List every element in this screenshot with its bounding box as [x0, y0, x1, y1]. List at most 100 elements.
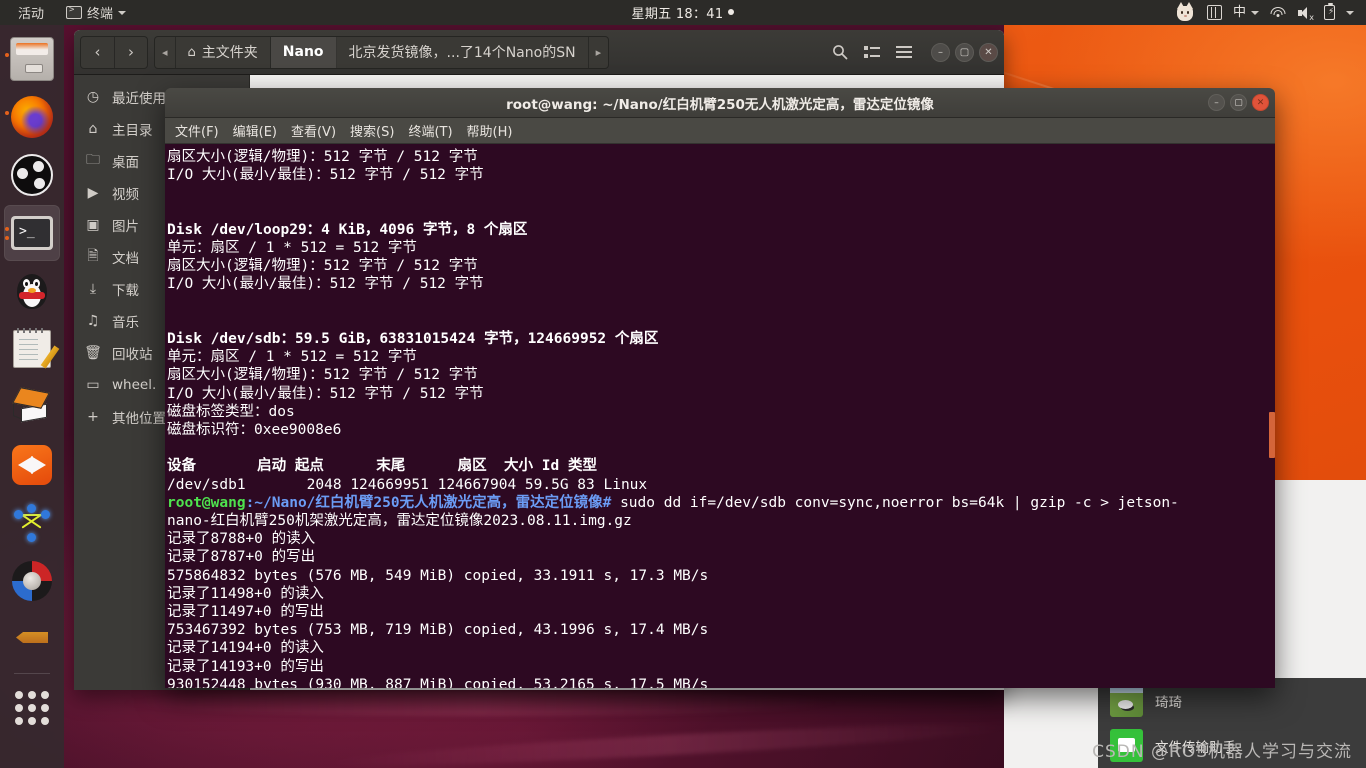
dock-item-media-player[interactable]	[4, 437, 60, 493]
terminal-line: 753467392 bytes (753 MB, 719 MiB) copied…	[167, 622, 709, 639]
cat-tray-icon[interactable]	[1174, 1, 1196, 23]
app-grid-icon	[15, 691, 49, 725]
terminal-window-controls[interactable]: – ▢ ✕	[1208, 94, 1269, 111]
breadcrumb-item-home[interactable]: ⌂ 主文件夹	[176, 36, 271, 68]
sidebar-item-label: 回收站	[112, 347, 153, 363]
navigation-buttons[interactable]: ‹ ›	[80, 35, 148, 69]
breadcrumb-item-nano[interactable]: Nano	[270, 36, 337, 68]
terminal-line: I/O 大小(最小/最佳)：512 字节 / 512 字节	[167, 167, 484, 184]
sidebar-item-label: 主目录	[112, 123, 153, 139]
sidebar-item-label: 桌面	[112, 155, 139, 171]
terminal-output-area[interactable]: 扇区大小(逻辑/物理)：512 字节 / 512 字节 I/O 大小(最小/最佳)…	[165, 144, 1275, 688]
firefox-icon	[11, 96, 53, 138]
terminal-window[interactable]: root@wang: ~/Nano/红白机臂250无人机激光定高，雷达定位镜像 …	[165, 88, 1275, 688]
breadcrumb-item-current[interactable]: 北京发货镜像，...了14个Nano的SN	[337, 36, 589, 68]
hamburger-menu-icon[interactable]	[889, 37, 919, 68]
music-icon: ♫	[86, 313, 100, 329]
terminal-menu-item-3[interactable]: 查看(V)	[291, 121, 336, 140]
dock-item-obs-studio[interactable]	[4, 147, 60, 203]
wifi-icon[interactable]	[1270, 6, 1286, 19]
dock-item-text-editor[interactable]	[4, 321, 60, 377]
maximize-button[interactable]: ▢	[955, 42, 974, 62]
dock-item-files[interactable]	[4, 31, 60, 87]
sidebar-item-label: 图片	[112, 219, 139, 235]
terminal-menubar[interactable]: 文件(F) 编辑(E) 查看(V) 搜索(S) 终端(T) 帮助(H)	[165, 118, 1275, 144]
box-icon	[11, 387, 53, 426]
close-button[interactable]: ✕	[979, 42, 998, 62]
arrow-icon	[12, 624, 52, 654]
terminal-minimize-button[interactable]: –	[1208, 94, 1225, 111]
terminal-line: 设备 启动 起点 末尾 扇区 大小 Id 类型	[167, 458, 597, 475]
terminal-title: root@wang: ~/Nano/红白机臂250无人机激光定高，雷达定位镜像	[506, 96, 934, 113]
terminal-text: 扇区大小(逻辑/物理)：512 字节 / 512 字节 I/O 大小(最小/最佳)…	[165, 148, 1275, 688]
dock-item-software-center[interactable]	[4, 379, 60, 435]
breadcrumb-scroll-right[interactable]: ▸	[589, 37, 609, 68]
terminal-line: Disk /dev/loop29：4 KiB，4096 字节，8 个扇区	[167, 221, 528, 238]
terminal-line: 记录了14194+0 的读入	[167, 640, 324, 657]
keyboard-layout-icon[interactable]	[1206, 5, 1222, 20]
video-icon: ▶	[87, 185, 99, 201]
terminal-scrollbar[interactable]	[1269, 144, 1275, 688]
plus-icon: +	[87, 409, 99, 425]
forward-button[interactable]: ›	[114, 36, 147, 68]
terminal-close-button[interactable]: ✕	[1252, 94, 1269, 111]
obs-icon	[11, 154, 53, 196]
dock-item-ros-rqt-graph[interactable]	[4, 495, 60, 551]
dock-item-terminal[interactable]: >_	[4, 205, 60, 261]
terminal-menu-item-1[interactable]: 文件(F)	[175, 121, 219, 140]
breadcrumb-scroll-left[interactable]: ◂	[155, 36, 176, 68]
sidebar-item-label: 音乐	[112, 315, 139, 331]
terminal-menu-item-6[interactable]: 帮助(H)	[467, 121, 513, 140]
terminal-line: 磁盘标签类型：dos	[167, 403, 295, 420]
terminal-line: 记录了14193+0 的写出	[167, 658, 324, 675]
launcher-dock[interactable]: >_	[0, 25, 64, 768]
back-button[interactable]: ‹	[81, 37, 114, 68]
running-indicator-dot	[5, 111, 9, 115]
terminal-line: 扇区大小(逻辑/物理)：512 字节 / 512 字节	[167, 258, 478, 275]
sidebar-item-label: 下载	[112, 283, 139, 299]
volume-muted-icon[interactable]: x	[1297, 6, 1314, 21]
dock-item-firefox[interactable]	[4, 89, 60, 145]
sidebar-item-label: 视频	[112, 187, 139, 203]
sidebar-item-label: 其他位置	[112, 411, 166, 427]
download-icon: ⤓	[89, 281, 97, 297]
battery-icon[interactable]: ⚡	[1324, 2, 1335, 20]
running-indicator-dot	[5, 236, 9, 240]
file-manager-toolbar: – ▢ ✕	[825, 37, 998, 68]
search-icon[interactable]	[825, 37, 855, 68]
dock-item-gazebo[interactable]	[4, 553, 60, 609]
watermark: CSDN @ROS机器人学习与交流	[1092, 742, 1352, 762]
terminal-icon: >_	[11, 216, 53, 250]
dock-item-qq[interactable]	[4, 263, 60, 319]
terminal-maximize-button[interactable]: ▢	[1230, 94, 1247, 111]
clock[interactable]: 星期五 18：41	[0, 3, 1366, 22]
document-icon: 🗎	[87, 248, 99, 264]
terminal-menu-item-4[interactable]: 搜索(S)	[350, 121, 394, 140]
terminal-menu-item-5[interactable]: 终端(T)	[408, 121, 452, 140]
terminal-titlebar[interactable]: root@wang: ~/Nano/红白机臂250无人机激光定高，雷达定位镜像 …	[165, 88, 1275, 118]
terminal-menu-item-2[interactable]: 编辑(E)	[233, 121, 277, 140]
files-icon	[10, 37, 54, 81]
terminal-line: Disk /dev/sdb：59.5 GiB，63831015424 字节，12…	[167, 330, 659, 347]
terminal-line: 记录了8788+0 的读入	[167, 531, 316, 548]
terminal-line: 记录了11498+0 的读入	[167, 585, 324, 602]
list-view-icon[interactable]	[857, 37, 887, 68]
breadcrumb[interactable]: ◂ ⌂ 主文件夹 Nano 北京发货镜像，...了14个Nano的SN ▸	[154, 35, 610, 69]
minimize-button[interactable]: –	[931, 42, 950, 62]
window-controls[interactable]: – ▢ ✕	[931, 42, 998, 62]
dock-item-show-applications[interactable]	[4, 680, 60, 736]
terminal-line: I/O 大小(最小/最佳)：512 字节 / 512 字节	[167, 385, 484, 402]
file-manager-headerbar: ‹ › ◂ ⌂ 主文件夹 Nano 北京发货镜像，...了14个Nano的SN …	[74, 30, 1004, 75]
scrollbar-thumb[interactable]	[1269, 412, 1275, 458]
dock-item-arrow-app[interactable]	[4, 611, 60, 667]
terminal-line: 扇区大小(逻辑/物理)：512 字节 / 512 字节	[167, 367, 478, 384]
dock-separator	[14, 673, 50, 674]
desktop-screen: ‹ › ◂ ⌂ 主文件夹 Nano 北京发货镜像，...了14个Nano的SN …	[0, 0, 1366, 768]
sidebar-item-label: 最近使用	[112, 91, 166, 107]
terminal-line: nano-红白机臂250机架激光定高，雷达定位镜像2023.08.11.img.…	[167, 512, 632, 529]
terminal-command: sudo dd if=/dev/sdb conv=sync,noerror bs…	[620, 494, 1179, 511]
system-topbar[interactable]: 活动 终端 星期五 18：41 中	[0, 0, 1366, 25]
